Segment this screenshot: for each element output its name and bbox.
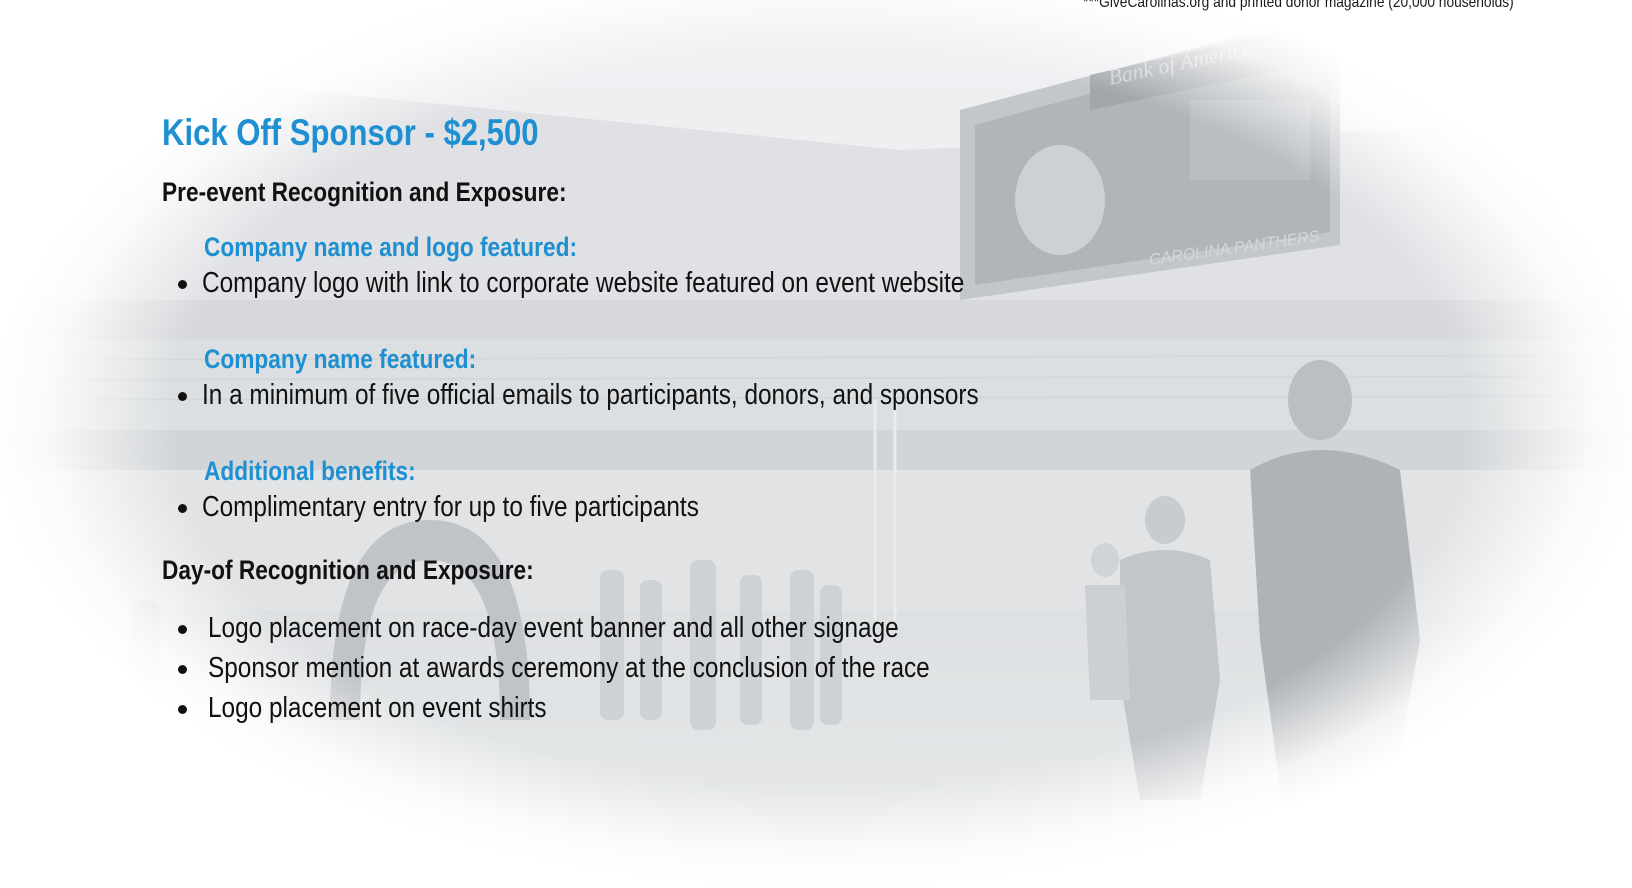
bullet-icon — [178, 504, 187, 513]
pre-event-subheading: Additional benefits: — [204, 456, 416, 486]
pre-event-subheading: Company name and logo featured: — [204, 232, 578, 262]
bullet-icon — [178, 392, 187, 401]
footnote: ***GiveCarolinas.org and printed donor m… — [1083, 0, 1514, 11]
pre-event-subheading: Company name featured: — [204, 344, 477, 374]
bullet-icon — [178, 625, 187, 634]
sponsorship-page: Bank of America CAROLINA PANTHERS ***Giv… — [0, 0, 1632, 888]
bullet-icon — [178, 665, 187, 674]
sponsor-title: Kick Off Sponsor - $2,500 — [162, 112, 539, 153]
bullet-icon — [178, 705, 187, 714]
bullet-icon — [178, 280, 187, 289]
pre-event-heading: Pre-event Recognition and Exposure: — [162, 177, 567, 207]
day-of-heading: Day-of Recognition and Exposure: — [162, 555, 534, 585]
